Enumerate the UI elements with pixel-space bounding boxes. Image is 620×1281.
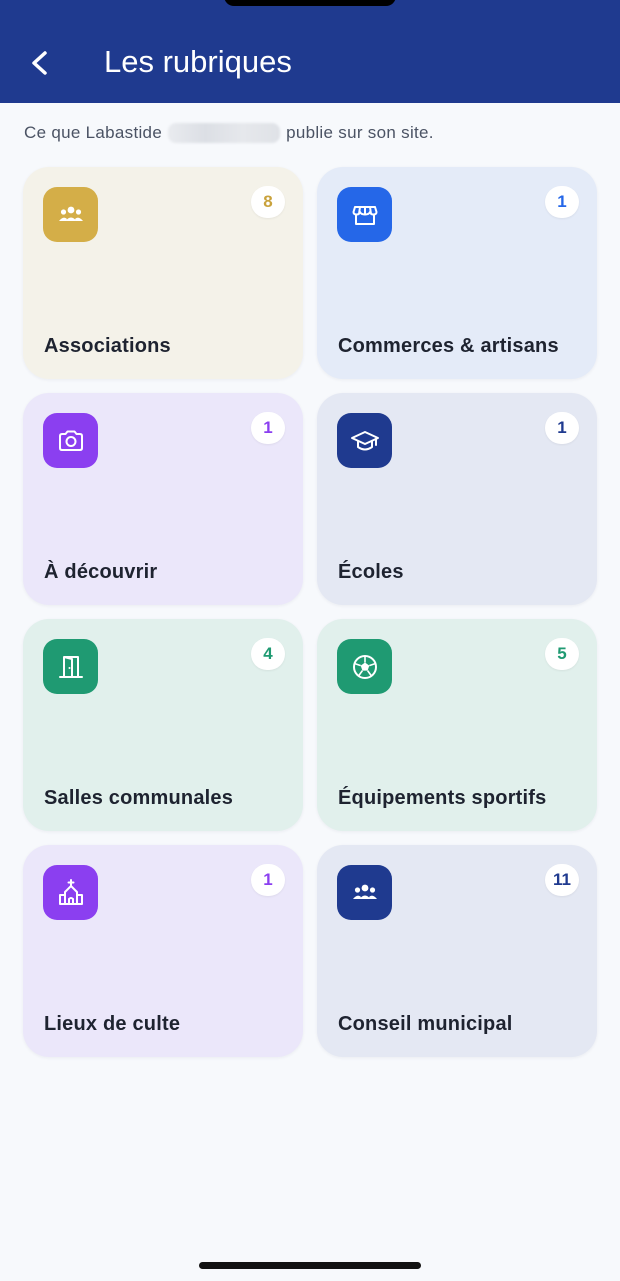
icon-box (43, 187, 98, 242)
storefront-icon (352, 205, 377, 225)
app-header: Les rubriques (0, 20, 620, 103)
graduation-cap-icon (350, 430, 379, 450)
device-notch (224, 0, 396, 6)
count-badge: 5 (545, 638, 579, 670)
category-label: Commerces & artisans (338, 335, 559, 357)
home-indicator (199, 1262, 421, 1269)
users-group-icon (58, 206, 83, 221)
count-badge: 4 (251, 638, 285, 670)
category-label: À découvrir (44, 561, 158, 583)
icon-box (337, 639, 392, 694)
category-label: Lieux de culte (44, 1013, 181, 1035)
status-bar (0, 0, 620, 20)
category-label: Écoles (338, 561, 404, 583)
chevron-left-icon (32, 51, 47, 75)
icon-box (337, 865, 392, 920)
category-label: Associations (44, 335, 171, 357)
count-badge: 11 (545, 864, 579, 896)
category-card-commerces-artisans[interactable]: 1 Commerces & artisans (317, 167, 597, 379)
count-badge: 1 (251, 412, 285, 444)
icon-box (43, 413, 98, 468)
count-badge: 1 (251, 864, 285, 896)
category-card-ecoles[interactable]: 1 Écoles (317, 393, 597, 605)
category-label: Équipements sportifs (338, 787, 547, 809)
camera-icon (58, 430, 83, 451)
redacted-name (168, 123, 281, 143)
count-badge: 1 (545, 412, 579, 444)
intro-text: Ce que Labastide publie sur son site. (24, 123, 434, 143)
category-card-a-decouvrir[interactable]: 1 À découvrir (23, 393, 303, 605)
door-icon (58, 655, 83, 678)
council-group-icon (352, 884, 377, 899)
soccer-ball-icon (352, 654, 377, 679)
count-badge: 8 (251, 186, 285, 218)
category-card-equipements-sportifs[interactable]: 5 Équipements sportifs (317, 619, 597, 831)
category-card-associations[interactable]: 8 Associations (23, 167, 303, 379)
page-title: Les rubriques (104, 44, 292, 79)
category-card-salles-communales[interactable]: 4 Salles communales (23, 619, 303, 831)
intro-prefix: Ce que Labastide (24, 123, 163, 142)
intro-suffix: publie sur son site. (286, 123, 434, 142)
church-icon (58, 878, 83, 905)
category-card-conseil-municipal[interactable]: 11 Conseil municipal (317, 845, 597, 1057)
icon-box (337, 187, 392, 242)
back-button[interactable] (22, 45, 58, 81)
icon-box (337, 413, 392, 468)
category-card-lieux-de-culte[interactable]: 1 Lieux de culte (23, 845, 303, 1057)
count-badge: 1 (545, 186, 579, 218)
icon-box (43, 865, 98, 920)
icon-box (43, 639, 98, 694)
category-label: Salles communales (44, 787, 234, 809)
category-label: Conseil municipal (338, 1013, 513, 1035)
